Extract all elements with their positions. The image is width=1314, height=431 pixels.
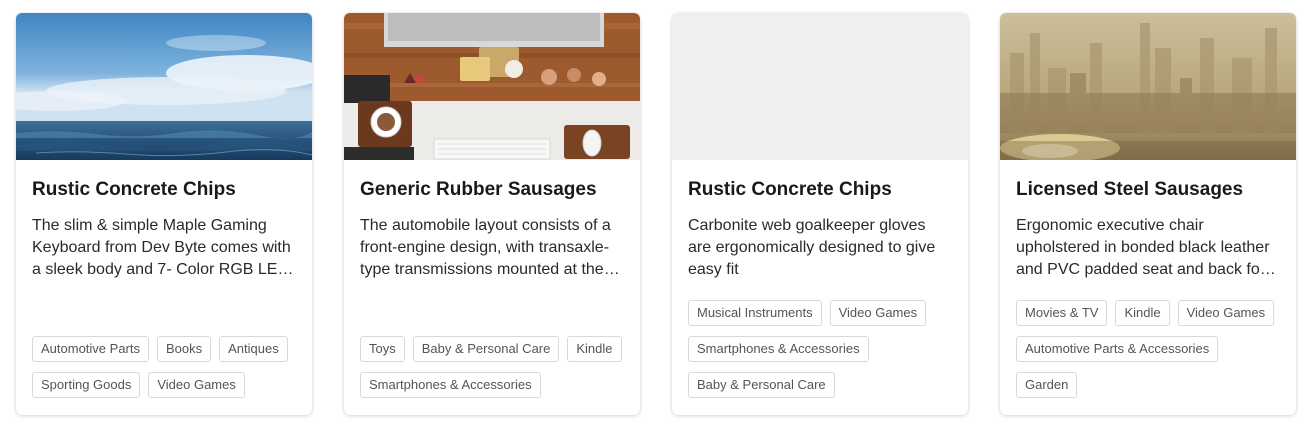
- product-card[interactable]: Generic Rubber Sausages The automobile l…: [344, 13, 640, 415]
- card-title[interactable]: Licensed Steel Sausages: [1016, 177, 1280, 203]
- tag-baby-personal-care[interactable]: Baby & Personal Care: [688, 372, 835, 398]
- tag-garden[interactable]: Garden: [1016, 372, 1078, 398]
- tag-kindle[interactable]: Kindle: [1115, 300, 1170, 326]
- card-description: Ergonomic executive chair upholstered in…: [1016, 217, 1270, 278]
- product-card[interactable]: Rustic Concrete Chips The slim & simple …: [16, 13, 312, 415]
- card-title[interactable]: Rustic Concrete Chips: [32, 177, 296, 203]
- card-title[interactable]: Rustic Concrete Chips: [688, 177, 952, 203]
- card-description: The slim & simple Maple Gaming Keyboard …: [32, 217, 291, 278]
- product-card[interactable]: Licensed Steel Sausages Ergonomic execut…: [1000, 13, 1296, 415]
- tag-sporting-goods[interactable]: Sporting Goods: [32, 372, 141, 398]
- tag-movies-tv[interactable]: Movies & TV: [1016, 300, 1108, 326]
- card-image-city: [1000, 13, 1296, 160]
- tag-baby-personal-care[interactable]: Baby & Personal Care: [412, 336, 560, 362]
- card-description: Carbonite web goalkeeper gloves are ergo…: [688, 217, 936, 278]
- tag-automotive-parts[interactable]: Automotive Parts: [32, 336, 149, 362]
- tag-list: Movies & TV Kindle Video Games Automotiv…: [1016, 300, 1286, 398]
- tag-kindle[interactable]: Kindle: [567, 336, 622, 362]
- product-card[interactable]: Rustic Concrete Chips Carbonite web goal…: [672, 13, 968, 415]
- card-description: The automobile layout consists of a fron…: [360, 217, 611, 278]
- tag-video-games[interactable]: Video Games: [829, 300, 927, 326]
- tag-smartphones-accessories[interactable]: Smartphones & Accessories: [360, 372, 541, 398]
- card-image-placeholder: [672, 13, 968, 160]
- tag-books[interactable]: Books: [157, 336, 212, 362]
- tag-automotive-parts-accessories[interactable]: Automotive Parts & Accessories: [1016, 336, 1219, 362]
- tag-smartphones-accessories[interactable]: Smartphones & Accessories: [688, 336, 869, 362]
- tag-toys[interactable]: Toys: [360, 336, 405, 362]
- tag-musical-instruments[interactable]: Musical Instruments: [688, 300, 822, 326]
- tag-video-games[interactable]: Video Games: [1177, 300, 1275, 326]
- tag-antiques[interactable]: Antiques: [219, 336, 288, 362]
- tag-video-games[interactable]: Video Games: [148, 372, 245, 398]
- tag-list: Toys Baby & Personal Care Kindle Smartph…: [360, 336, 630, 398]
- card-image-desk: [344, 13, 640, 160]
- card-image-ocean: [16, 13, 312, 160]
- tag-list: Musical Instruments Video Games Smartpho…: [688, 300, 958, 398]
- card-title[interactable]: Generic Rubber Sausages: [360, 177, 624, 203]
- tag-list: Automotive Parts Books Antiques Sporting…: [32, 336, 302, 398]
